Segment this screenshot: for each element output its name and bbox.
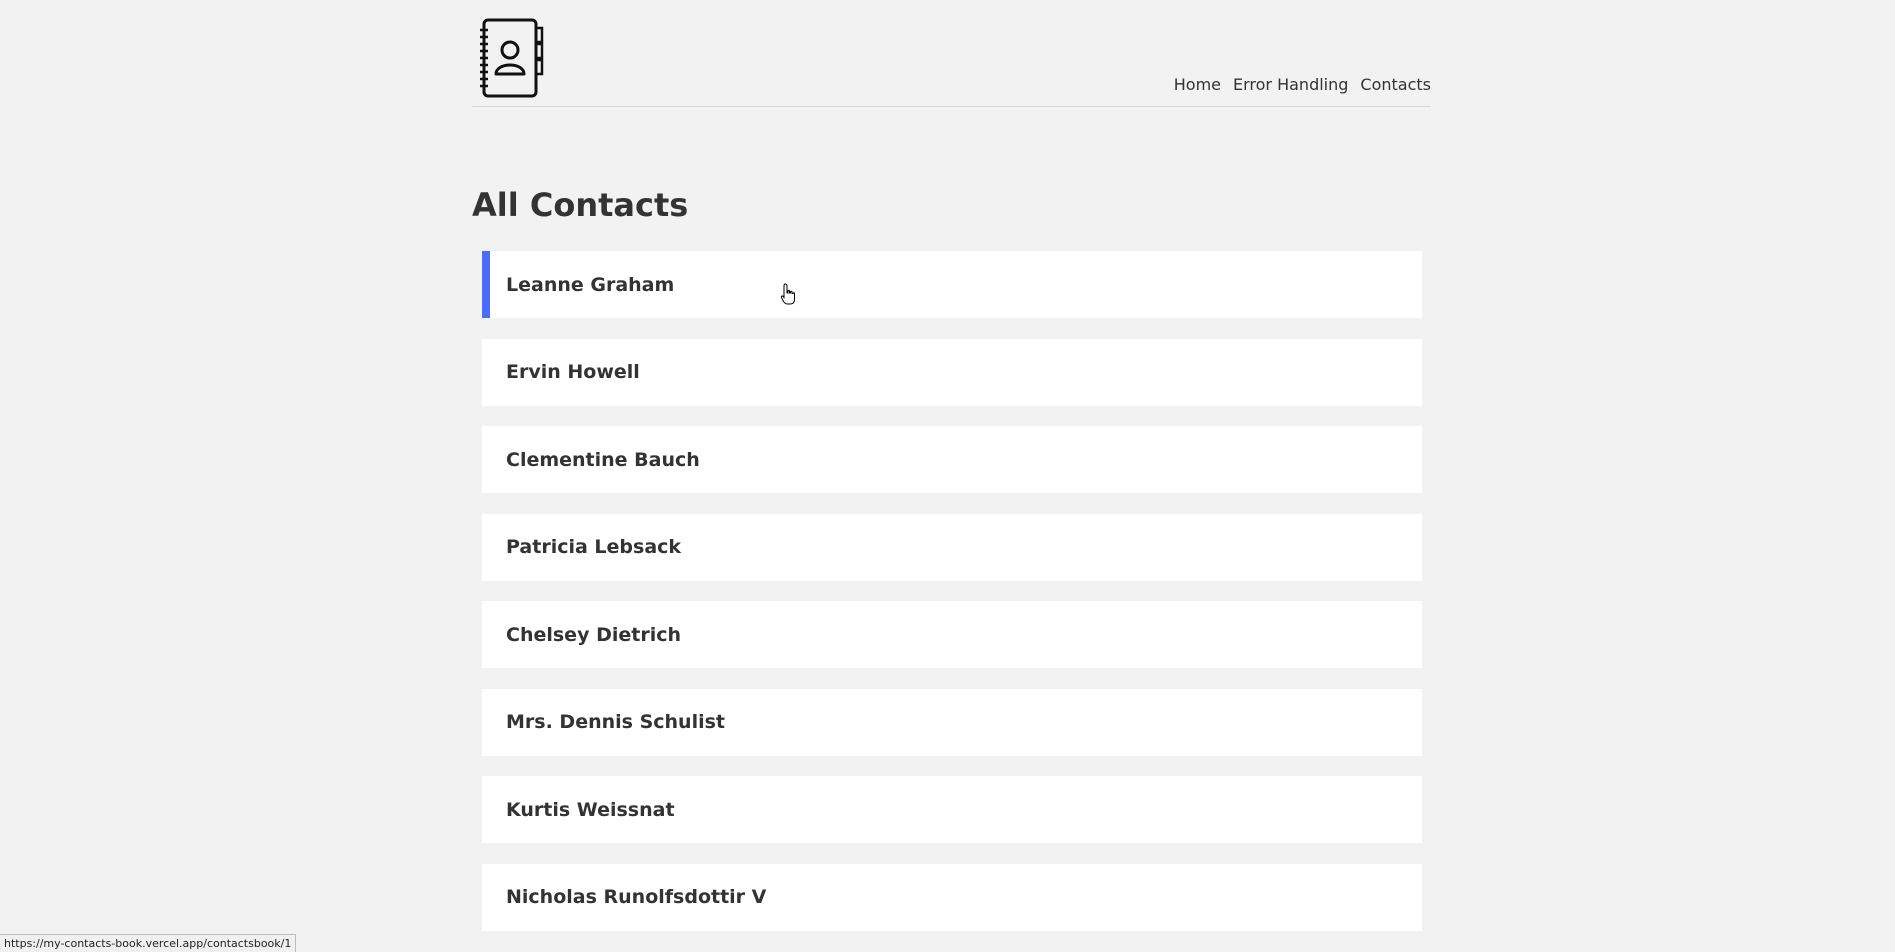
contact-item[interactable]: Patricia Lebsack [482,513,1422,581]
contact-name: Kurtis Weissnat [506,798,675,821]
contact-name: Patricia Lebsack [506,536,682,558]
pointer-cursor-icon [780,283,796,307]
contact-name: Nicholas Runolfsdottir V [506,886,767,908]
contact-item[interactable]: Leanne Graham [482,251,1422,318]
contact-item[interactable]: Ervin Howell [482,338,1422,406]
nav-home-link[interactable]: Home [1174,75,1221,94]
contact-item[interactable]: Nicholas Runolfsdottir V [482,863,1422,931]
contact-item[interactable]: Mrs. Dennis Schulist [482,688,1422,756]
contact-name: Mrs. Dennis Schulist [506,711,725,733]
nav-contacts-link[interactable]: Contacts [1360,75,1431,94]
contact-name: Chelsey Dietrich [506,623,681,646]
contact-list: Leanne Graham Ervin Howell Clementine Ba… [482,251,1422,951]
contact-item[interactable]: Kurtis Weissnat [482,776,1422,843]
nav-error-handling-link[interactable]: Error Handling [1233,75,1348,94]
contact-item[interactable]: Clementine Bauch [482,426,1422,493]
contact-name: Leanne Graham [506,273,675,296]
page: Home Error Handling Contacts All Contact… [0,0,1895,952]
page-title: All Contacts [472,186,689,224]
site-header: Home Error Handling Contacts [472,0,1431,107]
contact-name: Clementine Bauch [506,448,700,471]
main-nav: Home Error Handling Contacts [1174,75,1431,94]
status-bar-url: https://my-contacts-book.vercel.app/cont… [0,934,297,952]
contact-name: Ervin Howell [506,361,640,383]
contact-item[interactable]: Chelsey Dietrich [482,601,1422,668]
contact-book-icon[interactable] [478,18,548,98]
